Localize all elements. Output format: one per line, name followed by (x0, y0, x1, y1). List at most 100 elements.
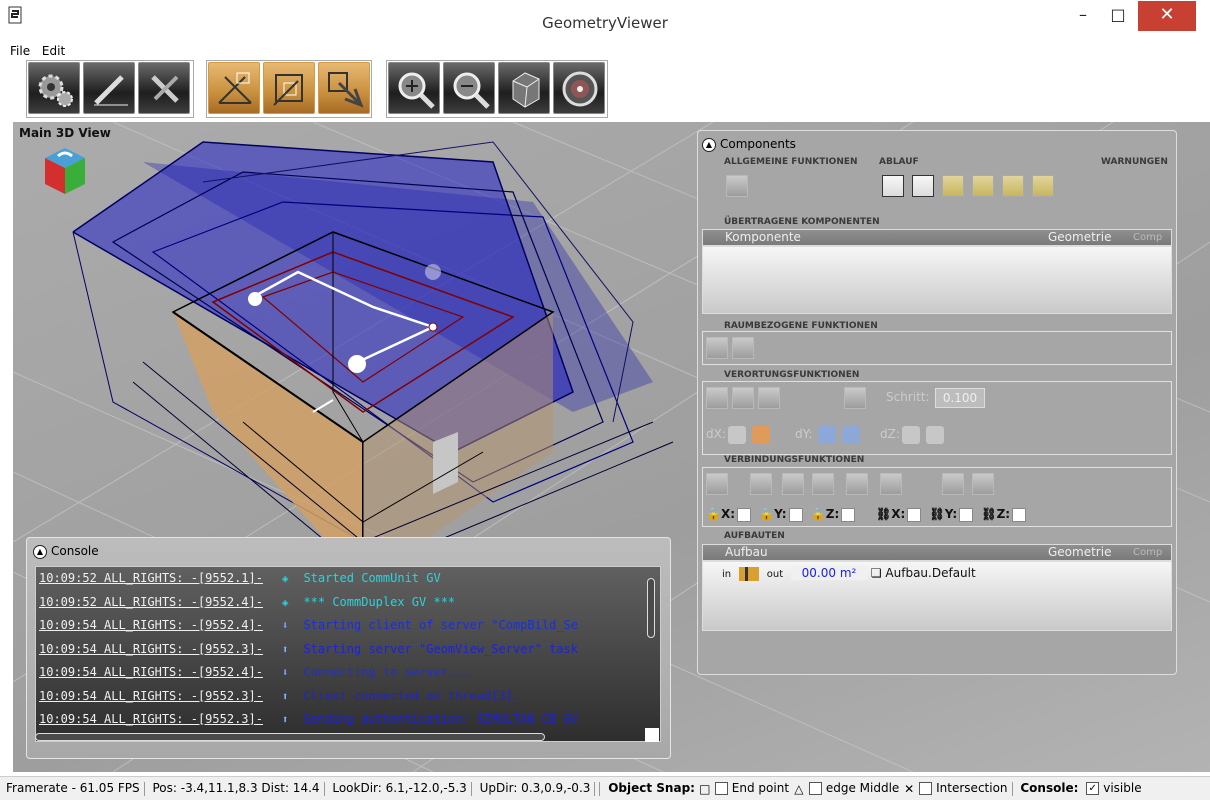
status-pos: Pos: -3.4,11.1,8.3 (152, 781, 258, 795)
dz-minus-button[interactable] (902, 426, 920, 444)
orientation-cube[interactable] (45, 148, 85, 194)
zoom-out-button[interactable] (443, 62, 495, 114)
label-allgemeine: ALLGEMEINE FUNKTIONEN (724, 157, 858, 167)
console-title: Console (51, 544, 99, 558)
verbindung-6-button[interactable] (880, 473, 902, 495)
link-z-checkbox[interactable] (1012, 507, 1027, 522)
verortung-move-button[interactable] (844, 387, 866, 409)
arrow-down-icon: ⬇ (281, 619, 289, 632)
snap-endpoint-checkbox[interactable] (714, 782, 728, 795)
lock-y-checkbox[interactable] (788, 507, 803, 522)
verbindung-1-button[interactable] (706, 473, 728, 495)
ablauf-step-6-button[interactable] (1032, 175, 1054, 197)
komponente-table-header: Komponente Geometrie Comp (702, 229, 1172, 246)
edit-pencil-button[interactable] (83, 62, 135, 114)
lock-z-checkbox[interactable] (841, 507, 856, 522)
status-lookdir: LookDir: 6.1,-12.0,-5.3 (332, 781, 467, 795)
general-function-button[interactable] (726, 175, 748, 197)
arrow-down-icon: ⬇ (281, 666, 289, 679)
transform-icon (328, 72, 364, 108)
gears-icon (38, 74, 73, 107)
console-header: ▲ Console (33, 544, 99, 559)
log-message: Starting client of server "CompBild_Se (303, 618, 578, 632)
lock-y-label: Y: (774, 507, 787, 521)
arrow-up-icon: ⬆ (281, 689, 289, 703)
dx-label: dX: (706, 427, 726, 441)
ablauf-step-2-button[interactable] (912, 175, 934, 197)
raum-function-1-button[interactable] (706, 337, 728, 359)
link-x-checkbox[interactable] (907, 507, 922, 522)
dz-label: dZ: (880, 427, 900, 441)
maximize-button[interactable]: □ (1102, 1, 1134, 31)
lock-x-label: X: (720, 507, 736, 521)
magnifier-minus-icon (453, 72, 490, 109)
zoom-in-button[interactable] (388, 62, 440, 114)
menu-file[interactable]: File (10, 44, 30, 58)
lock-x-checkbox[interactable] (737, 507, 752, 522)
snap-intersection-checkbox[interactable] (919, 782, 933, 795)
log-timestamp: 10:09:54 ALL_RIGHTS: -[9552.3]- (39, 712, 263, 726)
link-y-checkbox[interactable] (959, 507, 974, 522)
console-log[interactable]: 10:09:52 ALL_RIGHTS: -[9552.1]- ◈ Starte… (35, 566, 661, 742)
ablauf-step-1-button[interactable] (882, 175, 904, 197)
camera-view-button[interactable] (498, 62, 550, 114)
settings-gears-button[interactable] (28, 62, 80, 114)
link-icon: ⛓ (875, 507, 892, 521)
console-visible-label: visible (1103, 781, 1142, 795)
lock-icon: 🔒 (810, 507, 826, 521)
collapse-console-icon[interactable]: ▲ (33, 544, 47, 559)
diamond-double-icon: ◈ (281, 595, 289, 609)
object-transform-button[interactable] (318, 62, 370, 114)
aufbau-row[interactable]: in out 00.00 m² ❏ Aufbau.Default (722, 566, 976, 584)
verbindung-3-button[interactable] (782, 473, 804, 495)
tools-wrench-button[interactable] (138, 62, 190, 114)
toolbar (0, 60, 1210, 120)
raum-section (702, 331, 1172, 365)
dy-label: dY: (795, 427, 813, 441)
menu-edit[interactable]: Edit (42, 44, 65, 58)
geometry-select-button[interactable] (263, 62, 315, 114)
status-dist: Dist: 14.4 (261, 781, 320, 795)
verbindung-5-button[interactable] (846, 473, 868, 495)
dx-plus-button[interactable] (752, 426, 770, 444)
log-timestamp: 10:09:54 ALL_RIGHTS: -[9552.3]- (39, 641, 263, 656)
log-message: Starting server "GeomView_Server" task (303, 641, 578, 656)
ablauf-step-3-button[interactable] (942, 175, 964, 197)
verbindung-8-button[interactable] (972, 473, 994, 495)
ablauf-step-4-button[interactable] (972, 175, 994, 197)
collapse-components-icon[interactable]: ▲ (702, 137, 716, 152)
raum-function-2-button[interactable] (732, 337, 754, 359)
console-vertical-scrollbar[interactable] (647, 578, 655, 638)
log-timestamp: 10:09:54 ALL_RIGHTS: -[9552.4]- (39, 618, 263, 632)
aufbau-in-label: in (722, 569, 732, 580)
col-komponente: Komponente (725, 230, 801, 244)
console-visible-checkbox[interactable]: ✓ (1086, 782, 1100, 795)
ablauf-step-5-button[interactable] (1002, 175, 1024, 197)
link-icon: ⛓ (981, 507, 997, 521)
aufbau-table-header: Aufbau Geometrie Comp (702, 544, 1172, 561)
schritt-input[interactable]: 0.100 (935, 388, 985, 408)
verbindung-4-button[interactable] (812, 473, 834, 495)
verortung-3-button[interactable] (758, 387, 780, 409)
triangle-icon: △ (794, 781, 804, 796)
verortung-1-button[interactable] (706, 387, 728, 409)
dy-plus-button[interactable] (842, 426, 860, 444)
verbindung-2-button[interactable] (750, 473, 772, 495)
verortung-2-button[interactable] (732, 387, 754, 409)
log-line: 10:09:52 ALL_RIGHTS: -[9552.4]- ◈ *** Co… (36, 591, 660, 615)
schritt-label: Schritt: (886, 390, 930, 404)
dz-plus-button[interactable] (926, 426, 944, 444)
dy-minus-button[interactable] (818, 426, 836, 444)
geometry-edit-button[interactable] (208, 62, 260, 114)
verbindung-7-button[interactable] (942, 473, 964, 495)
label-warnungen: WARNUNGEN (1101, 157, 1168, 167)
minimize-button[interactable]: – (1067, 1, 1099, 31)
close-button[interactable]: ✕ (1138, 1, 1196, 31)
dx-minus-button[interactable] (728, 426, 746, 444)
console-horizontal-scrollbar[interactable] (35, 733, 545, 741)
snap-edge-checkbox[interactable] (808, 782, 822, 795)
components-header: ▲ Components (702, 137, 796, 152)
compass-button[interactable] (553, 62, 605, 114)
label-ablauf: ABLAUF (879, 157, 919, 167)
komponente-list[interactable] (702, 246, 1172, 314)
